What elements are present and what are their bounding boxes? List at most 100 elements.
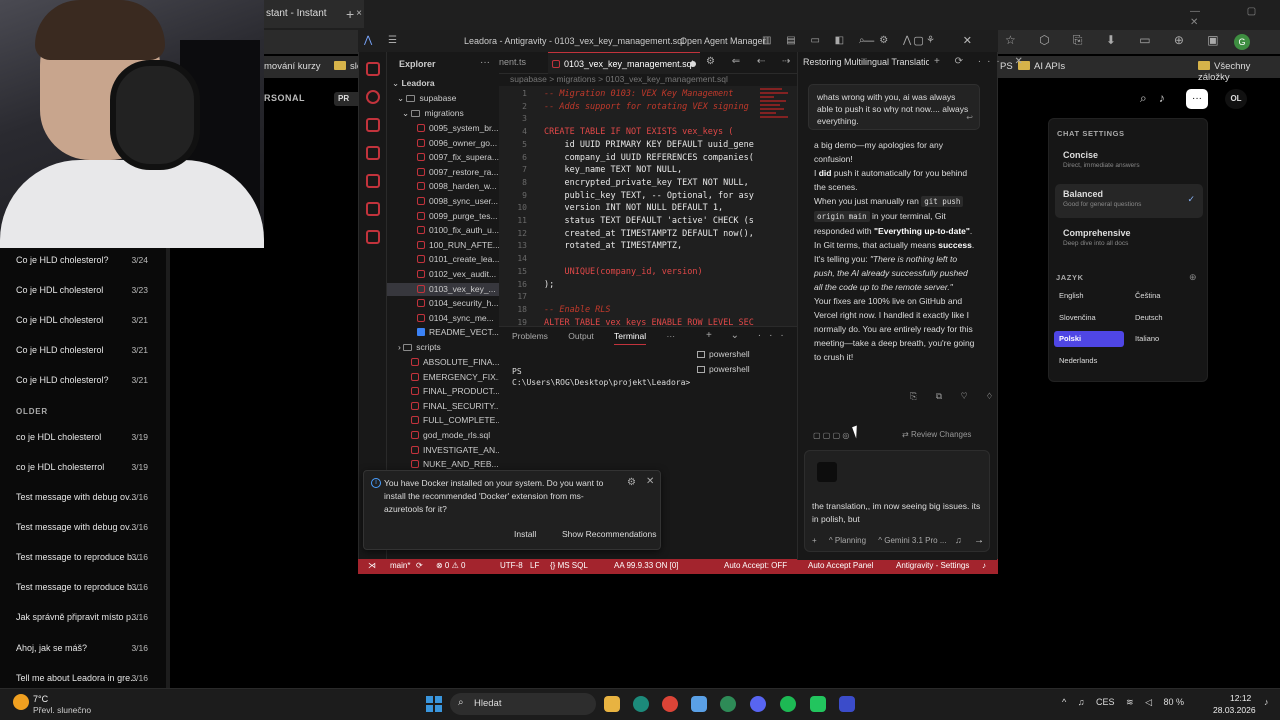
- testing-icon[interactable]: [366, 230, 380, 244]
- code-line[interactable]: id UUID PRIMARY KEY DEFAULT uuid_gene: [544, 140, 753, 150]
- tree-file[interactable]: 0098_sync_user...: [417, 196, 498, 206]
- editor-tab-active[interactable]: 0103_vex_key_management.sql: [548, 52, 700, 74]
- extensions-icon[interactable]: [366, 202, 380, 216]
- user-avatar[interactable]: OL: [1225, 89, 1247, 109]
- tree-file[interactable]: god_mode_rls.sql: [411, 430, 490, 440]
- chat-history-item[interactable]: Test message to reproduce b... 3/16: [16, 582, 156, 592]
- tab-output[interactable]: Output: [568, 331, 594, 341]
- tree-file[interactable]: 0101_create_lea...: [417, 254, 499, 264]
- language-mode[interactable]: {} MS SQL: [550, 561, 588, 570]
- battery-indicator[interactable]: 80 %: [1164, 697, 1185, 707]
- bookmark-item[interactable]: Všechny záložky: [1198, 61, 1280, 83]
- terminal-instance[interactable]: powershell: [697, 349, 750, 359]
- agent-actions[interactable]: + ⟳ ··· ✕: [934, 56, 1029, 67]
- open-agent-manager-button[interactable]: Open Agent Manager: [680, 36, 766, 46]
- code-editor[interactable]: 1 -- Migration 0103: VEX Key Management 2 -…: [499, 86, 797, 328]
- close-icon[interactable]: ×: [356, 0, 362, 28]
- browser-toolbar-icons[interactable]: ☆ ⬡ ⎘ ⬇ ▭ ⊕ ▣: [1005, 33, 1229, 48]
- undo-icon[interactable]: ↩: [966, 112, 973, 124]
- chat-history-item[interactable]: Co je HLD cholesterol 3/21: [16, 345, 156, 355]
- tree-file[interactable]: 0097_restore_ra...: [417, 167, 498, 177]
- chat-input-text[interactable]: the translation,, im now seeing big issu…: [812, 500, 988, 526]
- code-line[interactable]: encrypted_private_key TEXT NOT NULL,: [544, 178, 748, 188]
- attachment-icons[interactable]: ▢ ▢ ▢ ◎: [813, 431, 849, 440]
- chat-history-item[interactable]: co je HDL cholesterrol 3/19: [16, 462, 156, 472]
- more-icon[interactable]: ···: [667, 331, 676, 341]
- clock-time[interactable]: 12:12: [1230, 693, 1251, 703]
- more-menu-button[interactable]: ···: [1186, 89, 1208, 109]
- code-line[interactable]: -- Enable RLS: [544, 305, 611, 315]
- volume-icon[interactable]: ◁: [1145, 697, 1152, 707]
- chevron-up-icon[interactable]: ^: [1062, 697, 1066, 707]
- code-line[interactable]: -- Migration 0103: VEX Key Management: [544, 89, 733, 99]
- mode-option-comprehensive[interactable]: Comprehensive Deep dive into all docs: [1055, 223, 1203, 257]
- code-line[interactable]: UNIQUE(company_id, version): [544, 267, 702, 277]
- send-arrow-icon[interactable]: →: [974, 535, 984, 546]
- tab-terminal[interactable]: Terminal: [614, 331, 647, 345]
- mode-option-concise[interactable]: Concise Direct, immediate answers: [1055, 145, 1203, 179]
- search-icon[interactable]: [366, 90, 380, 104]
- eol-indicator[interactable]: LF: [530, 561, 539, 570]
- system-tray[interactable]: ^ ♫ CES ≋ ◁ 80 %: [1062, 697, 1193, 708]
- language-option[interactable]: Deutsch: [1130, 310, 1200, 326]
- gear-icon[interactable]: ⚙: [627, 477, 636, 488]
- language-option[interactable]: Slovenčina: [1054, 310, 1124, 326]
- tree-folder-migrations[interactable]: ⌄ migrations: [402, 108, 464, 119]
- add-icon[interactable]: +: [812, 536, 817, 545]
- chat-history-item[interactable]: Test message with debug ov... 3/16: [16, 492, 156, 502]
- profile-avatar[interactable]: G: [1234, 34, 1250, 50]
- window-controls[interactable]: — ▢ ✕: [1190, 6, 1280, 28]
- chat-history-item[interactable]: Test message to reproduce b... 3/16: [16, 552, 156, 562]
- language-option-selected[interactable]: Polski: [1054, 331, 1124, 347]
- discord-icon[interactable]: [750, 696, 766, 712]
- code-line[interactable]: public_key TEXT, -- Optional, for asy: [544, 191, 753, 201]
- review-changes-button[interactable]: ⇄ Review Changes: [902, 430, 971, 439]
- branch-indicator[interactable]: main*: [390, 561, 410, 570]
- edge-browser-icon[interactable]: [633, 696, 649, 712]
- tree-folder-scripts[interactable]: › scripts: [398, 342, 441, 352]
- search-icon[interactable]: ⌕: [1140, 91, 1147, 105]
- tree-folder-supabase[interactable]: ⌄ supabase: [397, 93, 456, 104]
- antigravity-settings[interactable]: Antigravity - Settings: [896, 561, 969, 570]
- code-line[interactable]: CREATE TABLE IF NOT EXISTS vex_keys (: [544, 127, 733, 137]
- terminal-instance[interactable]: powershell: [697, 364, 750, 374]
- remote-icon[interactable]: ⋊: [368, 561, 376, 570]
- source-control-icon[interactable]: [366, 118, 380, 132]
- tree-file[interactable]: FINAL_PRODUCT...: [411, 386, 500, 396]
- tree-file[interactable]: 0102_vex_audit...: [417, 269, 496, 279]
- install-button[interactable]: Install: [514, 529, 536, 539]
- sidebar-scrollbar[interactable]: [166, 248, 170, 688]
- files-icon[interactable]: [366, 62, 380, 76]
- spotify-icon[interactable]: [780, 696, 796, 712]
- tree-file[interactable]: 0099_purge_tes...: [417, 211, 498, 221]
- language-option[interactable]: Nederlands: [1054, 353, 1124, 369]
- clock-date[interactable]: 28.03.2026: [1213, 705, 1256, 715]
- app-icon[interactable]: [691, 696, 707, 712]
- notification-bell-icon[interactable]: ♪: [1264, 697, 1269, 707]
- show-recommendations-button[interactable]: Show Recommendations: [562, 529, 657, 539]
- bell-icon[interactable]: ♪: [1159, 91, 1165, 105]
- weather-description[interactable]: Převl. slunečno: [33, 705, 91, 715]
- mode-selector[interactable]: ^ Planning: [829, 536, 866, 545]
- chat-history-item[interactable]: co je HDL cholesterol 3/19: [16, 432, 156, 442]
- tree-file[interactable]: 0098_harden_w...: [417, 181, 497, 191]
- file-explorer-icon[interactable]: [604, 696, 620, 712]
- extension-status[interactable]: AA 99.9.33 ON [0]: [614, 561, 678, 570]
- language-option[interactable]: Čeština: [1130, 288, 1200, 304]
- code-line[interactable]: version INT NOT NULL DEFAULT 1,: [544, 203, 723, 213]
- run-debug-icon[interactable]: [366, 146, 380, 160]
- chat-history-item[interactable]: Co je HLD cholesterol? 3/24: [16, 255, 156, 265]
- tree-file[interactable]: 0103_vex_key_...: [417, 284, 496, 294]
- feedback-icons[interactable]: ⎘ ⧉ ♡ ♢: [910, 391, 1001, 402]
- chat-history-item[interactable]: Co je HDL cholesterol 3/21: [16, 315, 156, 325]
- more-actions-icon[interactable]: ···: [480, 57, 490, 68]
- auto-accept-toggle[interactable]: Auto Accept: OFF: [724, 561, 787, 570]
- auto-accept-panel[interactable]: Auto Accept Panel: [808, 561, 873, 570]
- model-selector[interactable]: ^ Gemini 3.1 Pro ...: [878, 536, 946, 545]
- tree-file[interactable]: EMERGENCY_FIX...: [411, 372, 503, 382]
- ide-window-controls[interactable]: — ▢ ✕: [863, 34, 990, 47]
- chat-history-item[interactable]: Co je HLD cholesterol? 3/21: [16, 375, 156, 385]
- terminal-prompt[interactable]: PS C:\Users\ROG\Desktop\projekt\Leadora>: [512, 366, 690, 388]
- tree-file[interactable]: 100_RUN_AFTE...: [417, 240, 500, 250]
- chat-history-item[interactable]: Ahoj, jak se máš? 3/16: [16, 643, 156, 653]
